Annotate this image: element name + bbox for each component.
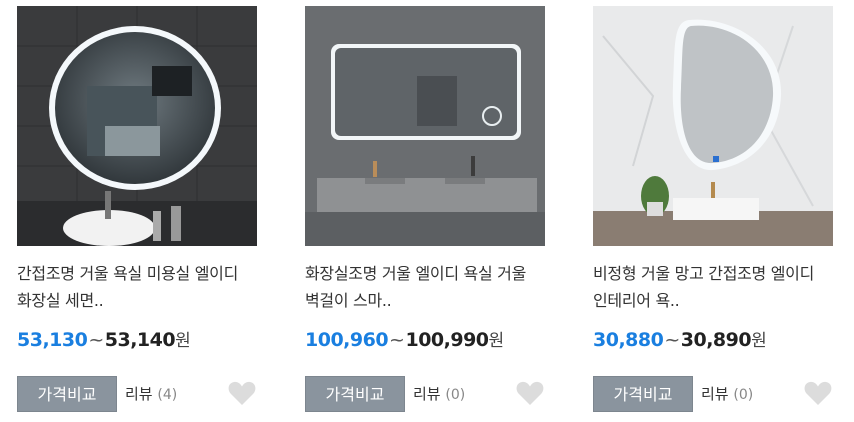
review-label: 리뷰 (413, 385, 441, 403)
currency-unit: 원 (488, 331, 505, 351)
currency-unit: 원 (175, 331, 191, 351)
price-separator: ~ (88, 329, 104, 351)
price-low: 53,130 (17, 329, 88, 351)
irregular-mirror-image (593, 6, 833, 246)
review-count: (4) (157, 387, 178, 403)
price-high: 53,140 (104, 329, 176, 351)
price-compare-button[interactable]: 가격비교 (17, 376, 117, 412)
review-label: 리뷰 (125, 385, 153, 403)
round-mirror-image (17, 6, 257, 246)
price-range: 53,130~53,140원 (17, 326, 257, 352)
heart-icon[interactable] (227, 378, 257, 408)
product-image[interactable] (593, 6, 833, 246)
rect-mirror-image (305, 6, 545, 246)
price-range: 30,880~30,890원 (593, 326, 833, 352)
price-high: 100,990 (405, 329, 489, 351)
price-separator: ~ (664, 329, 680, 351)
price-separator: ~ (389, 329, 405, 351)
product-card: 간접조명 거울 욕실 미용실 엘이디 화장실 세면.. 53,130~53,14… (17, 6, 257, 412)
price-compare-button[interactable]: 가격비교 (305, 376, 405, 412)
product-card: 비정형 거울 망고 간접조명 엘이디 인테리어 욕.. 30,880~30,89… (593, 6, 833, 412)
currency-unit: 원 (751, 331, 767, 351)
review-count: (0) (733, 387, 754, 403)
review-count: (0) (445, 387, 466, 403)
product-image[interactable] (17, 6, 257, 246)
price-high: 30,890 (680, 329, 752, 351)
heart-icon[interactable] (515, 378, 545, 408)
price-low: 100,960 (305, 329, 389, 351)
card-actions: 가격비교 리뷰 (0) (593, 376, 833, 412)
product-image[interactable] (305, 6, 545, 246)
price-compare-button[interactable]: 가격비교 (593, 376, 693, 412)
product-title[interactable]: 화장실조명 거울 엘이디 욕실 거울 벽걸이 스마.. (305, 260, 545, 314)
review-link[interactable]: 리뷰 (0) (413, 376, 465, 413)
price-low: 30,880 (593, 329, 664, 351)
product-title[interactable]: 간접조명 거울 욕실 미용실 엘이디 화장실 세면.. (17, 260, 257, 314)
review-link[interactable]: 리뷰 (4) (125, 376, 177, 413)
product-card: 화장실조명 거울 엘이디 욕실 거울 벽걸이 스마.. 100,960~100,… (305, 6, 545, 412)
product-title[interactable]: 비정형 거울 망고 간접조명 엘이디 인테리어 욕.. (593, 260, 833, 314)
price-range: 100,960~100,990원 (305, 326, 545, 352)
review-label: 리뷰 (701, 385, 729, 403)
review-link[interactable]: 리뷰 (0) (701, 376, 753, 413)
card-actions: 가격비교 리뷰 (0) (305, 376, 545, 412)
product-grid: 간접조명 거울 욕실 미용실 엘이디 화장실 세면.. 53,130~53,14… (0, 0, 854, 422)
heart-icon[interactable] (803, 378, 833, 408)
card-actions: 가격비교 리뷰 (4) (17, 376, 257, 412)
